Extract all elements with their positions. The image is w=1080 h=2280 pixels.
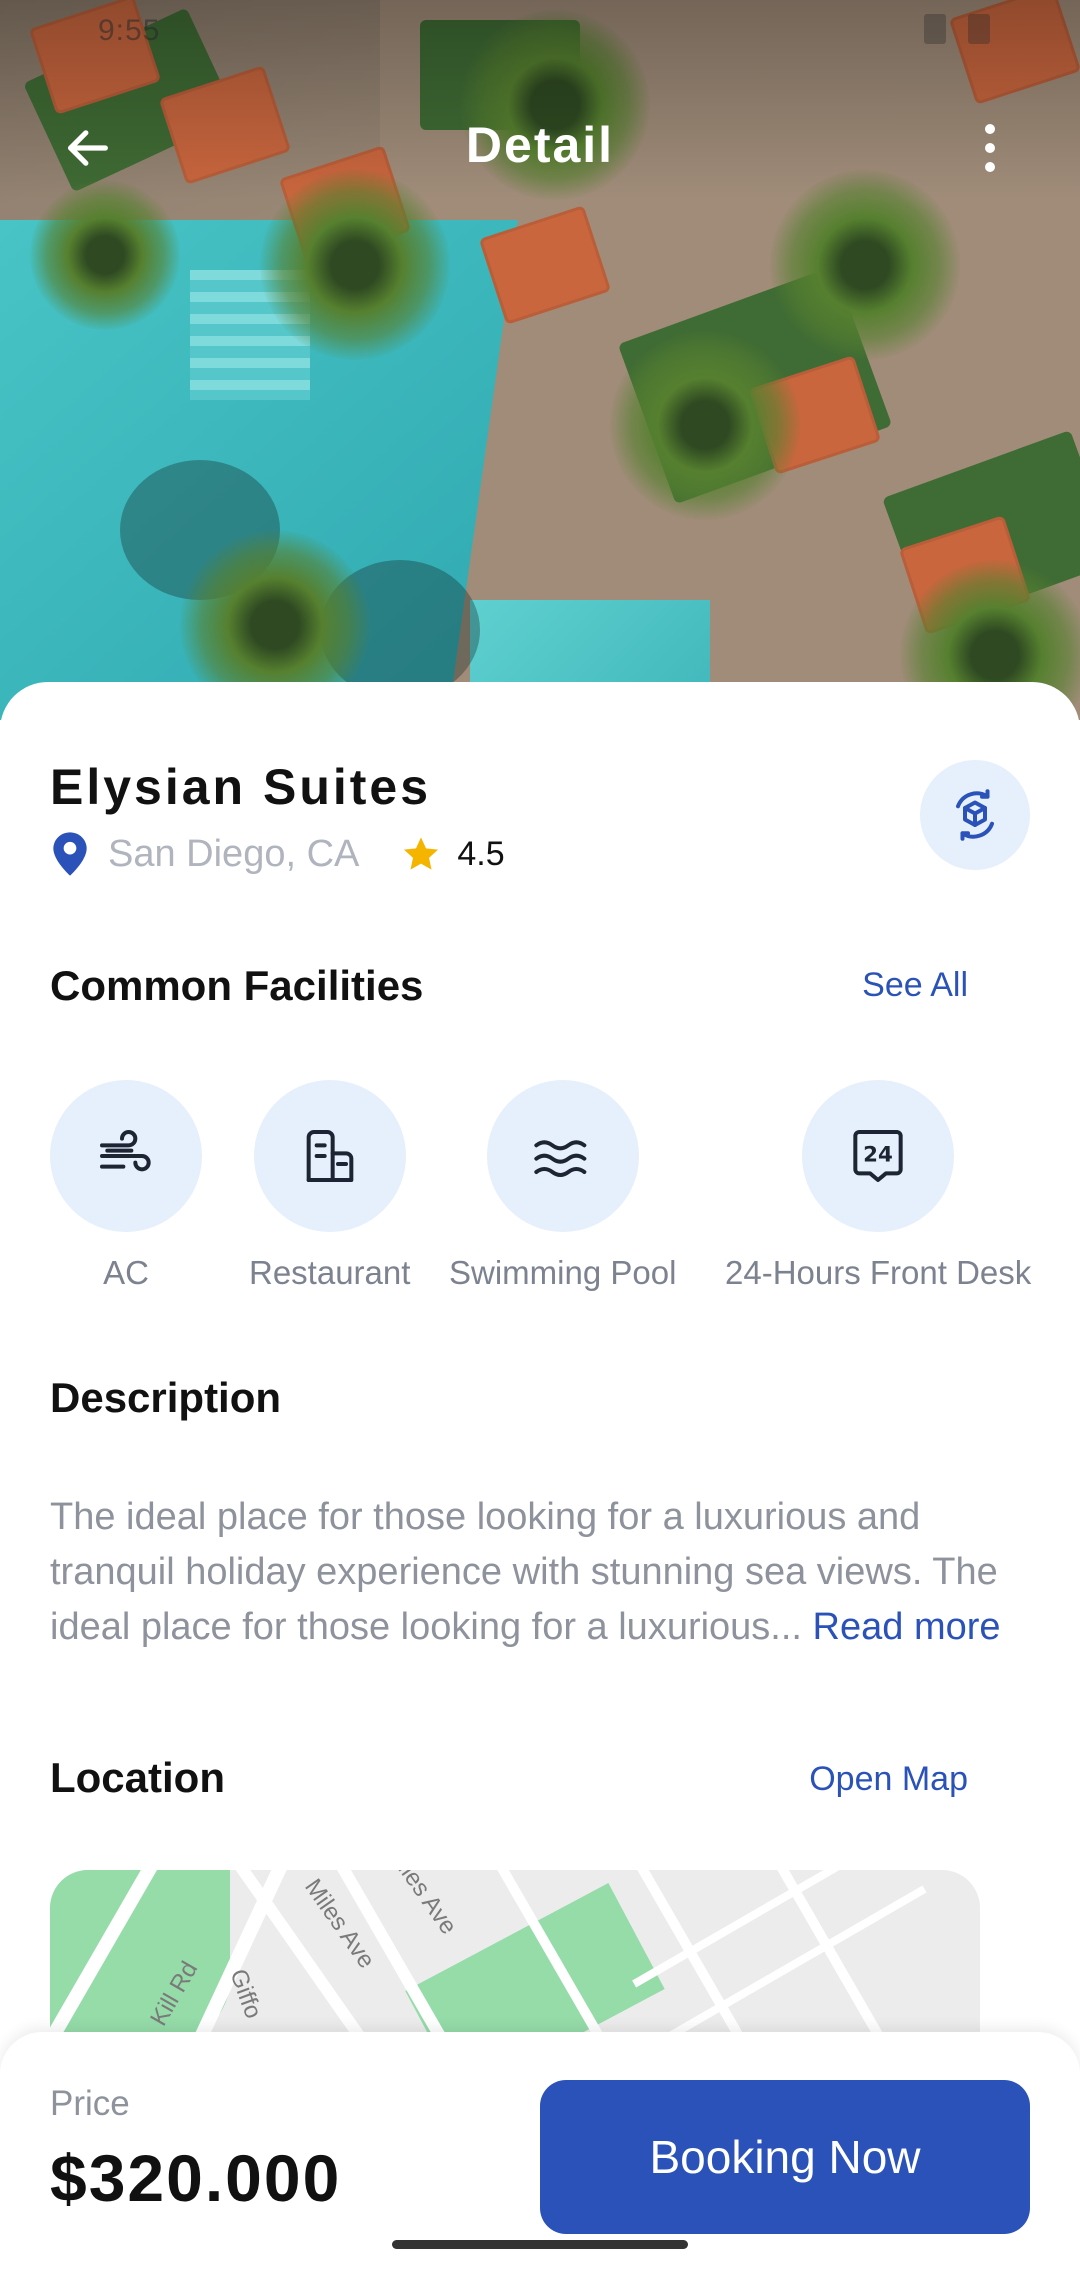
price-label: Price bbox=[50, 2084, 130, 2123]
hotel-meta-row: San Diego, CA 4.5 bbox=[50, 826, 505, 882]
hotel-location: San Diego, CA bbox=[108, 832, 360, 875]
page-title: Detail bbox=[465, 117, 615, 173]
hotel-rating: 4.5 bbox=[457, 834, 505, 873]
360-view-icon bbox=[956, 789, 994, 841]
facility-label: Restaurant bbox=[249, 1254, 411, 1291]
read-more-link[interactable]: Read more bbox=[813, 1606, 1001, 1648]
wifi-icon bbox=[924, 14, 946, 44]
map-label: Miles Ave bbox=[381, 1870, 462, 1940]
facility-swimming-pool[interactable]: Swimming Pool bbox=[449, 1080, 676, 1292]
description-title: Description bbox=[50, 1374, 282, 1421]
facility-label: Swimming Pool bbox=[449, 1254, 677, 1291]
svg-text:24: 24 bbox=[863, 1142, 893, 1167]
open-map-link[interactable]: Open Map bbox=[809, 1760, 968, 1799]
map-pin-icon bbox=[53, 832, 87, 876]
status-icons bbox=[924, 14, 990, 44]
see-all-link[interactable]: See All bbox=[862, 966, 968, 1005]
location-title: Location bbox=[50, 1754, 225, 1801]
facility-icon-bg: 24 bbox=[802, 1080, 955, 1232]
palm-tree bbox=[610, 330, 800, 520]
map-road bbox=[630, 1870, 760, 2040]
facility-label: AC bbox=[103, 1254, 149, 1291]
hero-image: 9:55 Detail bbox=[0, 0, 1080, 720]
360-view-button[interactable] bbox=[920, 760, 1030, 870]
facility-icon-bg bbox=[253, 1080, 406, 1232]
facility-label: 24-Hours Front Desk bbox=[725, 1254, 1032, 1291]
facility-restaurant[interactable]: Restaurant bbox=[249, 1080, 410, 1292]
star-icon bbox=[404, 837, 439, 870]
facilities-title: Common Facilities bbox=[50, 962, 424, 1009]
wind-icon bbox=[100, 1130, 151, 1172]
map-preview[interactable]: Miles Ave Miles Ave Giffo Kill Rd bbox=[50, 1870, 980, 2040]
home-indicator[interactable] bbox=[392, 2240, 688, 2249]
palm-tree bbox=[30, 180, 180, 330]
facility-icon-bg bbox=[50, 1080, 202, 1232]
restaurant-icon bbox=[306, 1130, 354, 1182]
status-time: 9:55 bbox=[98, 14, 161, 47]
price-value: $320.000 bbox=[50, 2141, 342, 2215]
facility-front-desk[interactable]: 24 24-Hours Front Desk bbox=[725, 1080, 1031, 1292]
more-vertical-icon bbox=[985, 124, 995, 134]
description-text: The ideal place for those looking for a … bbox=[50, 1490, 1040, 1655]
facility-icon-bg bbox=[486, 1080, 639, 1232]
waves-icon bbox=[534, 1140, 587, 1177]
more-options-button[interactable] bbox=[970, 118, 1010, 178]
booking-now-button[interactable]: Booking Now bbox=[540, 2080, 1030, 2234]
24-hours-icon: 24 bbox=[853, 1130, 903, 1182]
map-label: Giffo bbox=[224, 1965, 267, 2023]
battery-icon bbox=[968, 14, 990, 44]
facility-ac[interactable]: AC bbox=[50, 1080, 202, 1292]
hotel-name: Elysian Suites bbox=[50, 759, 432, 815]
